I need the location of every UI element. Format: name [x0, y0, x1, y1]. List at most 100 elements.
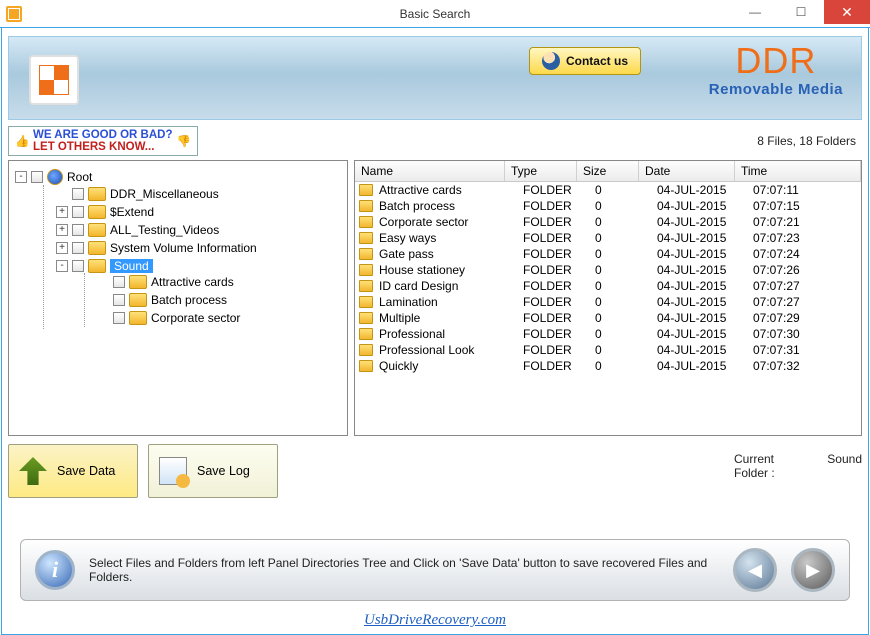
- tree-node-label: Root: [67, 170, 92, 184]
- cell-time: 07:07:27: [753, 295, 833, 309]
- col-date[interactable]: Date: [639, 161, 735, 181]
- cell-date: 04-JUL-2015: [657, 359, 753, 373]
- titlebar: Basic Search — ☐ ✕: [0, 0, 870, 28]
- file-row[interactable]: QuicklyFOLDER004-JUL-201507:07:32: [355, 358, 861, 374]
- cell-name: Quickly: [379, 359, 523, 373]
- cell-size: 0: [595, 199, 657, 213]
- contact-label: Contact us: [566, 54, 628, 68]
- folder-icon: [88, 187, 106, 201]
- directory-tree[interactable]: - Root DDR_Miscellaneous +$Extend +ALL_Testi…: [8, 160, 348, 436]
- minimize-button[interactable]: —: [732, 0, 778, 24]
- tree-expander[interactable]: +: [56, 206, 68, 218]
- tree-checkbox[interactable]: [72, 260, 84, 272]
- column-headers: Name Type Size Date Time: [355, 161, 861, 182]
- folder-icon: [359, 248, 373, 260]
- cell-date: 04-JUL-2015: [657, 327, 753, 341]
- tree-checkbox[interactable]: [31, 171, 43, 183]
- close-button[interactable]: ✕: [824, 0, 870, 24]
- col-size[interactable]: Size: [577, 161, 639, 181]
- cell-date: 04-JUL-2015: [657, 247, 753, 261]
- tree-node-label: DDR_Miscellaneous: [110, 187, 219, 201]
- footer-link[interactable]: UsbDriveRecovery.com: [364, 612, 506, 629]
- file-rows[interactable]: Attractive cardsFOLDER004-JUL-201507:07:…: [355, 182, 861, 435]
- tree-node[interactable]: Corporate sector: [97, 311, 347, 325]
- next-button[interactable]: ▶: [791, 548, 835, 592]
- folder-icon: [359, 184, 373, 196]
- cell-date: 04-JUL-2015: [657, 199, 753, 213]
- tree-expander[interactable]: +: [56, 224, 68, 236]
- prev-button[interactable]: ◀: [733, 548, 777, 592]
- cell-size: 0: [595, 247, 657, 261]
- tree-checkbox[interactable]: [72, 224, 84, 236]
- tree-checkbox[interactable]: [72, 188, 84, 200]
- file-row[interactable]: LaminationFOLDER004-JUL-201507:07:27: [355, 294, 861, 310]
- file-row[interactable]: ID card DesignFOLDER004-JUL-201507:07:27: [355, 278, 861, 294]
- tree-checkbox[interactable]: [113, 294, 125, 306]
- cell-name: Gate pass: [379, 247, 523, 261]
- tree-node[interactable]: Attractive cards: [97, 275, 347, 289]
- cell-type: FOLDER: [523, 183, 595, 197]
- cell-size: 0: [595, 263, 657, 277]
- tree-expander: [97, 312, 109, 324]
- cell-date: 04-JUL-2015: [657, 215, 753, 229]
- cell-type: FOLDER: [523, 311, 595, 325]
- tree-expander: [97, 294, 109, 306]
- cell-time: 07:07:27: [753, 279, 833, 293]
- app-icon: [6, 6, 22, 22]
- tree-node[interactable]: - Root: [15, 169, 347, 185]
- file-row[interactable]: Professional LookFOLDER004-JUL-201507:07…: [355, 342, 861, 358]
- tree-node[interactable]: + System Volume Information: [56, 241, 347, 255]
- file-row[interactable]: House stationeyFOLDER004-JUL-201507:07:2…: [355, 262, 861, 278]
- contact-us-button[interactable]: Contact us: [529, 47, 641, 75]
- tree-expander[interactable]: +: [56, 242, 68, 254]
- banner: Contact us DDR Removable Media: [8, 36, 862, 120]
- maximize-button[interactable]: ☐: [778, 0, 824, 24]
- tree-node[interactable]: -Sound: [56, 259, 347, 273]
- tree-node[interactable]: +$Extend: [56, 205, 347, 219]
- col-name[interactable]: Name: [355, 161, 505, 181]
- cell-type: FOLDER: [523, 199, 595, 213]
- file-row[interactable]: Attractive cardsFOLDER004-JUL-201507:07:…: [355, 182, 861, 198]
- info-text: Select Files and Folders from left Panel…: [89, 556, 719, 584]
- tree-checkbox[interactable]: [113, 276, 125, 288]
- tree-expander[interactable]: -: [15, 171, 27, 183]
- file-row[interactable]: Batch processFOLDER004-JUL-201507:07:15: [355, 198, 861, 214]
- cell-time: 07:07:21: [753, 215, 833, 229]
- tree-checkbox[interactable]: [113, 312, 125, 324]
- file-row[interactable]: Easy waysFOLDER004-JUL-201507:07:23: [355, 230, 861, 246]
- cell-type: FOLDER: [523, 247, 595, 261]
- cell-name: Corporate sector: [379, 215, 523, 229]
- folder-icon: [359, 344, 373, 356]
- tree-node-label: System Volume Information: [110, 241, 257, 255]
- drive-icon: [47, 169, 63, 185]
- folder-icon: [359, 312, 373, 324]
- cell-size: 0: [595, 215, 657, 229]
- cell-name: Easy ways: [379, 231, 523, 245]
- file-row[interactable]: ProfessionalFOLDER004-JUL-201507:07:30: [355, 326, 861, 342]
- tree-checkbox[interactable]: [72, 242, 84, 254]
- cell-time: 07:07:15: [753, 199, 833, 213]
- folder-icon: [359, 360, 373, 372]
- info-bar: i Select Files and Folders from left Pan…: [20, 539, 850, 601]
- cell-name: Multiple: [379, 311, 523, 325]
- tree-node[interactable]: +ALL_Testing_Videos: [56, 223, 347, 237]
- col-type[interactable]: Type: [505, 161, 577, 181]
- tree-expander[interactable]: -: [56, 260, 68, 272]
- tree-node[interactable]: Batch process: [97, 293, 347, 307]
- col-time[interactable]: Time: [735, 161, 861, 181]
- cell-type: FOLDER: [523, 295, 595, 309]
- cell-size: 0: [595, 231, 657, 245]
- tree-node[interactable]: DDR_Miscellaneous: [56, 187, 347, 201]
- folder-icon: [359, 280, 373, 292]
- file-row[interactable]: Gate passFOLDER004-JUL-201507:07:24: [355, 246, 861, 262]
- file-row[interactable]: Corporate sectorFOLDER004-JUL-201507:07:…: [355, 214, 861, 230]
- cell-type: FOLDER: [523, 215, 595, 229]
- tree-checkbox[interactable]: [72, 206, 84, 218]
- person-icon: [542, 52, 560, 70]
- cell-size: 0: [595, 183, 657, 197]
- cell-time: 07:07:29: [753, 311, 833, 325]
- folder-icon: [88, 205, 106, 219]
- cell-type: FOLDER: [523, 359, 595, 373]
- window-controls: — ☐ ✕: [732, 0, 870, 24]
- file-row[interactable]: MultipleFOLDER004-JUL-201507:07:29: [355, 310, 861, 326]
